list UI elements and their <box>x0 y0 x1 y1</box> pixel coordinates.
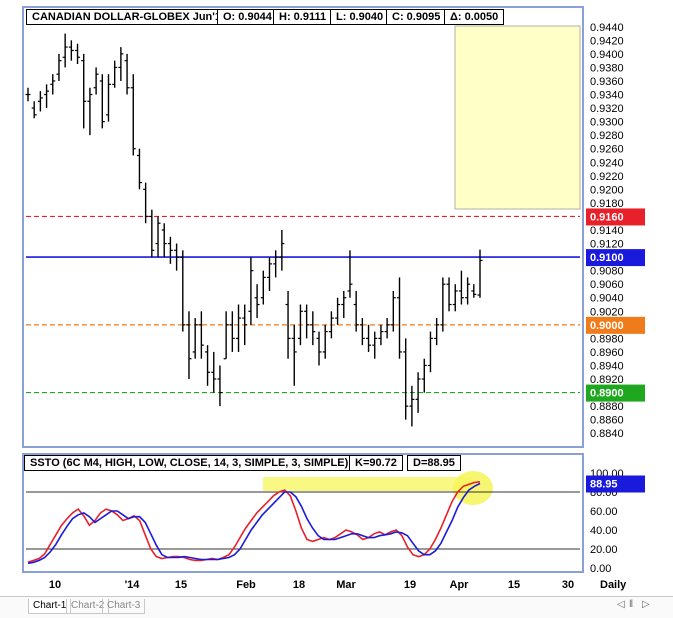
stoch-header-d: D=88.95 <box>407 455 461 471</box>
ohlc-header-change: Δ: 0.0050 <box>444 9 505 25</box>
price-tick-label-22: 0.8940 <box>590 360 624 372</box>
ohlc-header-close: C: 0.9095 <box>386 9 447 25</box>
stoch-d-value: D=88.95 <box>413 457 455 469</box>
chart-window: 0.9440 0.9420 0.9400 0.9380 0.9360 0.9340 0.93… <box>0 0 673 618</box>
header-open: O: 0.9044 <box>223 11 272 23</box>
stoch-header-k: K=90.72 <box>349 455 403 471</box>
pause-icon[interactable]: ‖ <box>629 599 633 610</box>
price-axis: 0.94400.94200.94000.93800.93600.93400.93… <box>590 22 624 440</box>
x-tick-label-5: Mar <box>336 579 356 591</box>
price-tick-label-18: 0.9040 <box>590 293 624 305</box>
price-tick-label-9: 0.9260 <box>590 144 624 156</box>
ohlc-header-low: L: 0.9040 <box>330 9 390 25</box>
level-label-2: 0.9000 <box>590 320 624 332</box>
price-tick-label-17: 0.9060 <box>590 279 624 291</box>
price-tick-label-4: 0.9360 <box>590 76 624 88</box>
x-axis: 10 '14 15 Feb 18 Mar 19 Apr 15 30 Daily <box>49 579 627 591</box>
stoch-current-label: 88.95 <box>590 478 618 490</box>
chart-svg[interactable]: 0.94400.94200.94000.93800.93600.93400.93… <box>0 0 673 617</box>
x-tick-label-7: Apr <box>450 579 470 591</box>
stoch-k-value: K=90.72 <box>355 457 397 469</box>
header-high: H: 0.9111 <box>279 11 327 23</box>
header-change: Δ: 0.0050 <box>450 11 499 23</box>
price-tick-label-19: 0.9020 <box>590 306 624 318</box>
price-tick-label-5: 0.9340 <box>590 90 624 102</box>
price-tick-label-10: 0.9240 <box>590 157 624 169</box>
price-levels <box>26 215 580 394</box>
price-tick-label-6: 0.9320 <box>590 103 624 115</box>
stoch-tick-label-4: 20.00 <box>590 544 618 556</box>
prev-icon[interactable]: ◁ <box>617 599 625 610</box>
tab-chart-1[interactable]: Chart-1 <box>28 599 72 614</box>
level-labels: 0.9160 0.9100 0.9000 0.8900 <box>586 208 645 402</box>
tab-chart-3[interactable]: Chart-3 <box>102 599 146 614</box>
ohlc-header-high: H: 0.9111 <box>273 9 333 25</box>
level-label-1: 0.9100 <box>590 252 624 264</box>
header-symbol: CANADIAN DOLLAR-GLOBEX Jun'14 <box>32 11 228 23</box>
price-tick-label-20: 0.8980 <box>590 333 624 345</box>
price-tick-label-14: 0.9140 <box>590 225 624 237</box>
price-tick-label-15: 0.9120 <box>590 239 624 251</box>
price-tick-label-21: 0.8960 <box>590 347 624 359</box>
price-tick-label-13: 0.9180 <box>590 198 624 210</box>
stoch-header: SSTO (6C M4, HIGH, LOW, CLOSE, 14, 3, SI… <box>24 455 355 471</box>
price-tick-label-8: 0.9280 <box>590 130 624 142</box>
note-box[interactable] <box>454 25 581 210</box>
price-tick-label-0: 0.9440 <box>590 22 624 34</box>
x-tick-label-6: 19 <box>404 579 416 591</box>
price-tick-label-11: 0.9220 <box>590 171 624 183</box>
price-tick-label-23: 0.8920 <box>590 374 624 386</box>
price-tick-label-3: 0.9380 <box>590 62 624 74</box>
x-tick-label-3: Feb <box>236 579 256 591</box>
level-label-0: 0.9160 <box>590 211 624 223</box>
stoch-header-title: SSTO (6C M4, HIGH, LOW, CLOSE, 14, 3, SI… <box>30 457 349 469</box>
x-tick-label-4: 18 <box>293 579 305 591</box>
price-tick-label-7: 0.9300 <box>590 117 624 129</box>
stoch-grid <box>26 491 580 550</box>
x-tick-label-0: 10 <box>49 579 61 591</box>
chart-tabs-bar: Chart-1 Chart-2 Chart-3 ◁ ‖ ▷ <box>0 596 673 618</box>
price-tick-label-24: 0.8880 <box>590 401 624 413</box>
price-tick-label-16: 0.9080 <box>590 266 624 278</box>
header-close: C: 0.9095 <box>392 11 441 23</box>
stoch-axis: 100.0080.0060.0040.0020.000.0088.95 <box>586 468 645 575</box>
stoch-lines <box>27 481 481 565</box>
stoch-line-d <box>27 482 481 565</box>
x-tick-label-9: 30 <box>562 579 574 591</box>
x-tick-label-2: 15 <box>175 579 187 591</box>
x-tick-label-10: Daily <box>600 579 627 591</box>
ohlc-header-open: O: 0.9044 <box>217 9 278 25</box>
price-tick-label-1: 0.9420 <box>590 35 624 47</box>
price-tick-label-2: 0.9400 <box>590 49 624 61</box>
price-tick-label-12: 0.9200 <box>590 184 624 196</box>
x-tick-label-8: 15 <box>508 579 520 591</box>
ohlc-bars <box>25 33 483 427</box>
level-label-3: 0.8900 <box>590 388 624 400</box>
stoch-tick-label-3: 40.00 <box>590 525 618 537</box>
x-tick-label-1: '14 <box>125 579 141 591</box>
next-icon[interactable]: ▷ <box>642 599 650 610</box>
stoch-tick-label-5: 0.00 <box>590 563 611 575</box>
ohlc-header: CANADIAN DOLLAR-GLOBEX Jun'14 <box>26 9 234 25</box>
header-low: L: 0.9040 <box>336 11 384 23</box>
price-tick-label-25: 0.8860 <box>590 415 624 427</box>
stoch-tick-label-2: 60.00 <box>590 506 618 518</box>
stoch-highlight-band <box>263 477 473 491</box>
price-tick-label-26: 0.8840 <box>590 428 624 440</box>
